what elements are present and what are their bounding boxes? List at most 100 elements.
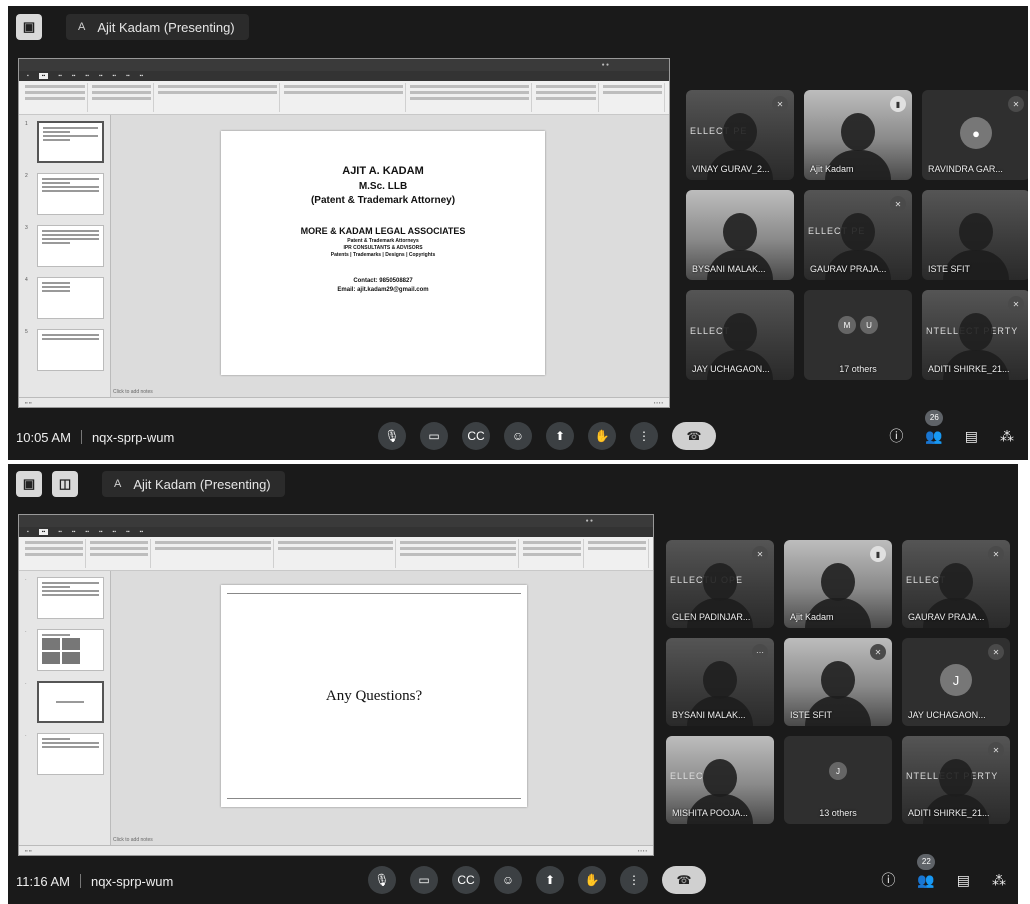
others-avatars: J: [784, 762, 892, 780]
ppt-titlebar: ● ●: [19, 59, 669, 71]
people-icon[interactable]: 👥 22: [917, 853, 936, 889]
layout-icon[interactable]: ◫: [52, 471, 78, 497]
ppt-user: ● ●: [601, 62, 609, 68]
present-icon[interactable]: ⬆: [536, 866, 564, 894]
slide-thumbnail[interactable]: [36, 173, 104, 215]
raise-hand-icon[interactable]: ✋: [588, 422, 616, 450]
hangup-icon[interactable]: ☎: [672, 422, 716, 450]
slide-thumbnail[interactable]: [36, 225, 104, 267]
mic-off-icon: ✕: [1008, 296, 1024, 312]
chat-icon[interactable]: ▤: [965, 428, 978, 445]
ppt-workspace: · · · · Any Questions? Click to add note…: [19, 571, 653, 845]
slide-thumbnail[interactable]: [36, 733, 104, 775]
participant-tile[interactable]: NTELLECT PERTY ✕ ADITI SHIRKE_21...: [902, 736, 1010, 824]
presenter-label: Ajit Kadam (Presenting): [133, 476, 271, 492]
ppt-ribbon: [19, 81, 669, 115]
others-tile[interactable]: J 13 others: [784, 736, 892, 824]
participant-tile[interactable]: NTELLECT PERTY ✕ ADITI SHIRKE_21...: [922, 290, 1028, 380]
participant-tile[interactable]: ELLEC MISHITA POOJA...: [666, 736, 774, 824]
more-icon[interactable]: ⋮: [620, 866, 648, 894]
info-icon[interactable]: ⓘ: [889, 426, 903, 446]
hangup-icon[interactable]: ☎: [662, 866, 706, 894]
participant-tile[interactable]: ✕ ISTE SFIT: [784, 638, 892, 726]
shared-screen: ● ● ▪ ▪▪ ▪▪ ▪▪ ▪▪ ▪▪ ▪▪ ▪▪ ▪▪ · · · · Any Que: [18, 514, 654, 856]
activities-icon[interactable]: ⁂: [992, 872, 1006, 889]
others-count: 13 others: [819, 808, 857, 818]
participant-tile[interactable]: ● ✕ RAVINDRA GAR...: [922, 90, 1028, 180]
captions-icon[interactable]: CC: [452, 866, 480, 894]
more-icon: ⋯: [752, 644, 768, 660]
slide-contact: Contact: 9850508827: [353, 278, 413, 284]
slide-thumbnail[interactable]: [36, 329, 104, 371]
slide-thumbnail[interactable]: [36, 277, 104, 319]
presenter-chip[interactable]: A Ajit Kadam (Presenting): [66, 14, 249, 40]
others-tile[interactable]: M U 17 others: [804, 290, 912, 380]
meeting-code: nqx-sprp-wum: [90, 873, 174, 889]
pin-presentation-icon[interactable]: ▣: [16, 14, 42, 40]
participant-name: MISHITA POOJA...: [672, 808, 748, 818]
participant-tile[interactable]: ELLECTU OPE✕GLEN PADINJAR...: [666, 540, 774, 628]
raise-hand-icon[interactable]: ✋: [578, 866, 606, 894]
pin-presentation-icon[interactable]: ▣: [16, 471, 42, 497]
slide-thumbnail[interactable]: [36, 121, 104, 163]
mic-off-icon[interactable]: 🎙: [368, 866, 396, 894]
people-icon[interactable]: 👥 26: [925, 409, 944, 445]
participant-tile[interactable]: ELLECT JAY UCHAGAON...: [686, 290, 794, 380]
slide-name: AJIT A. KADAM: [342, 165, 424, 177]
presenter-label: Ajit Kadam (Presenting): [97, 19, 235, 35]
participant-count-badge: 26: [925, 409, 944, 426]
notes-placeholder[interactable]: Click to add notes: [113, 837, 153, 843]
side-controls: ⓘ 👥 22 ▤ ⁂: [881, 853, 1006, 890]
meeting-time: 10:05 AM: [16, 429, 71, 445]
meet-bottombar: 11:16 AM nqx-sprp-wum 🎙 ▭ CC ☺ ⬆ ✋ ⋮ ☎ ⓘ…: [8, 853, 1018, 904]
ppt-statusbar: ▪▪ ▪▪ ▪ ▪ ▪ ▪: [19, 845, 653, 855]
emoji-icon[interactable]: ☺: [494, 866, 522, 894]
notes-placeholder[interactable]: Click to add notes: [113, 389, 153, 395]
activities-icon[interactable]: ⁂: [1000, 428, 1014, 445]
camera-icon[interactable]: ▭: [420, 422, 448, 450]
chat-icon[interactable]: ▤: [957, 872, 970, 889]
presenter-chip[interactable]: A Ajit Kadam (Presenting): [102, 471, 285, 497]
participant-tile[interactable]: ELLECT PE ✕ GAURAV PRAJA...: [804, 190, 912, 280]
slide-thumbnails: 1 2 3 4 5: [19, 115, 111, 397]
mic-off-icon: ✕: [988, 644, 1004, 660]
participant-tile[interactable]: ⋯ BYSANI MALAK...: [666, 638, 774, 726]
camera-icon[interactable]: ▭: [410, 866, 438, 894]
participant-name: ISTE SFIT: [928, 264, 971, 274]
slide-question: Any Questions?: [325, 687, 423, 704]
divider: [79, 874, 81, 888]
slide-rule: [227, 798, 521, 799]
participant-tile[interactable]: ELLECT PE ✕ VINAY GURAV_2...: [686, 90, 794, 180]
participant-name: ISTE SFIT: [790, 710, 833, 720]
participant-tile[interactable]: ▮ Ajit Kadam: [804, 90, 912, 180]
participant-name: ADITI SHIRKE_21...: [908, 808, 990, 818]
slide-thumbnail[interactable]: [36, 681, 104, 723]
info-icon[interactable]: ⓘ: [881, 870, 895, 890]
slide-sub1: Patent & Trademark Attorneys: [347, 238, 419, 244]
participant-tile[interactable]: BYSANI MALAK...: [686, 190, 794, 280]
mic-off-icon[interactable]: 🎙: [378, 422, 406, 450]
slide-role: (Patent & Trademark Attorney): [310, 195, 456, 206]
meet-bottombar: 10:05 AM nqx-sprp-wum 🎙 ▭ CC ☺ ⬆ ✋ ⋮ ☎ ⓘ…: [8, 409, 1028, 460]
participant-count-badge: 22: [917, 853, 936, 870]
slide-canvas: Any Questions? Click to add notes: [111, 571, 653, 845]
slide-thumbnail[interactable]: [36, 577, 104, 619]
ppt-user: ● ●: [585, 518, 593, 524]
captions-icon[interactable]: CC: [462, 422, 490, 450]
avatar: J: [940, 664, 972, 697]
participant-tile[interactable]: J ✕ JAY UCHAGAON...: [902, 638, 1010, 726]
emoji-icon[interactable]: ☺: [504, 422, 532, 450]
participant-name: JAY UCHAGAON...: [908, 710, 986, 720]
participant-tile[interactable]: ▮ Ajit Kadam: [784, 540, 892, 628]
presenter-initial: A: [78, 21, 86, 33]
divider: [80, 430, 82, 444]
participant-tile[interactable]: ELLECT ✕ GAURAV PRAJA...: [902, 540, 1010, 628]
slide-thumbnail[interactable]: [36, 629, 104, 671]
present-icon[interactable]: ⬆: [546, 422, 574, 450]
slide-firm: MORE & KADAM LEGAL ASSOCIATES: [300, 226, 466, 236]
participant-name: GLEN PADINJAR...: [672, 612, 751, 622]
mic-off-icon: ✕: [988, 742, 1004, 758]
participant-tile[interactable]: ISTE SFIT: [922, 190, 1028, 280]
more-icon[interactable]: ⋮: [630, 422, 658, 450]
speaking-icon: ▮: [890, 96, 906, 112]
